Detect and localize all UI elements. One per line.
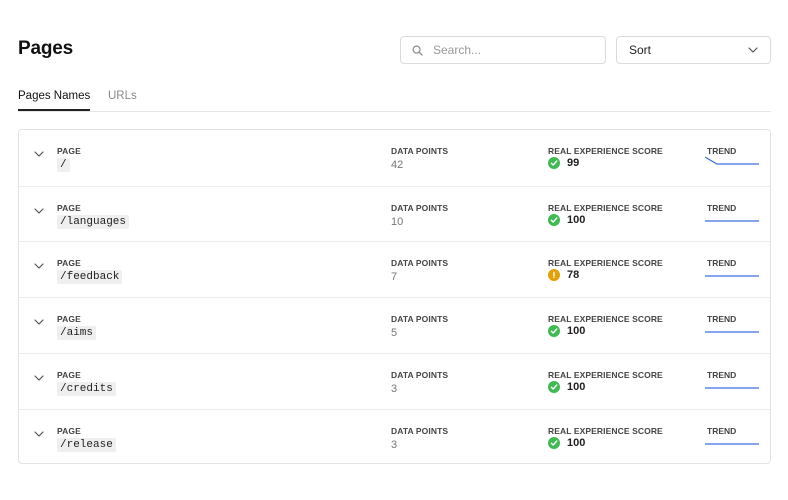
trend-column-label: TREND <box>707 146 737 156</box>
data-points-column-label: DATA POINTS <box>391 202 449 213</box>
table-row[interactable]: PAGE /feedback DATA POINTS 7 REAL EXPERI… <box>19 241 770 297</box>
status-badge <box>548 213 560 226</box>
score-column-label: REAL EXPERIENCE SCORE <box>548 146 663 156</box>
score-value: 100 <box>548 380 586 393</box>
trend-column-label: TREND <box>707 314 737 325</box>
data-points-value: 3 <box>391 438 398 451</box>
score-value: 100 <box>548 325 586 338</box>
check-icon <box>550 216 558 223</box>
status-badge <box>548 325 560 338</box>
page-column-label: PAGE <box>57 202 81 213</box>
page-path: /feedback <box>57 270 123 285</box>
trend-column-label: TREND <box>707 425 737 436</box>
score-column-label: REAL EXPERIENCE SCORE <box>548 202 663 213</box>
check-icon <box>550 328 558 334</box>
page-path: / <box>57 158 70 172</box>
trend-line <box>705 156 759 165</box>
page-column-label: PAGE <box>57 369 81 380</box>
table-row[interactable]: PAGE / DATA POINTS 42 REAL EXPERIENCE SC… <box>19 130 770 185</box>
expand-chevron-icon[interactable] <box>34 151 44 157</box>
table-row[interactable]: PAGE /credits DATA POINTS 3 REAL EXPERIE… <box>19 352 770 409</box>
page-path: /release <box>57 437 116 452</box>
score-number: 99 <box>567 157 580 169</box>
expand-chevron-icon[interactable] <box>34 208 44 214</box>
data-points-value: 3 <box>391 382 398 395</box>
score-number: 100 <box>567 213 586 226</box>
data-points-column-label: DATA POINTS <box>391 258 449 269</box>
expand-chevron-icon[interactable] <box>34 430 44 437</box>
score-number: 100 <box>567 436 586 449</box>
score-number: 78 <box>567 269 580 282</box>
expand-chevron-icon[interactable] <box>34 263 44 269</box>
sort-label: Sort <box>629 43 652 57</box>
table-row[interactable]: PAGE /aims DATA POINTS 5 REAL EXPERIENCE… <box>19 297 770 353</box>
data-points-value: 10 <box>391 215 404 228</box>
page-column-label: PAGE <box>57 146 81 156</box>
warning-icon <box>553 272 555 279</box>
tab-page-names[interactable]: Pages Names <box>18 90 91 111</box>
score-column-label: REAL EXPERIENCE SCORE <box>548 314 663 325</box>
data-points-column-label: DATA POINTS <box>391 146 449 156</box>
table-row[interactable]: PAGE /languages DATA POINTS 10 REAL EXPE… <box>19 185 770 242</box>
pages-table: PAGE / DATA POINTS 42 REAL EXPERIENCE SC… <box>18 129 771 464</box>
score-value: 100 <box>548 213 586 226</box>
page-path: /aims <box>57 326 97 341</box>
data-points-value: 5 <box>391 327 398 340</box>
trend-column-label: TREND <box>707 258 737 269</box>
search-box[interactable] <box>400 36 606 64</box>
page-column-label: PAGE <box>57 258 81 269</box>
trend-sparkline <box>705 442 759 445</box>
search-icon <box>412 45 423 56</box>
data-points-column-label: DATA POINTS <box>391 425 449 436</box>
status-badge <box>548 380 560 393</box>
score-value: 100 <box>548 436 586 449</box>
trend-column-label: TREND <box>707 202 737 213</box>
page-column-label: PAGE <box>57 314 81 325</box>
data-points-column-label: DATA POINTS <box>391 369 449 380</box>
score-column-label: REAL EXPERIENCE SCORE <box>548 258 663 269</box>
search-input[interactable] <box>431 42 585 58</box>
sort-dropdown[interactable]: Sort <box>616 36 771 64</box>
trend-sparkline <box>705 156 759 165</box>
table-row[interactable]: PAGE /release DATA POINTS 3 REAL EXPERIE… <box>19 408 770 465</box>
trend-column-label: TREND <box>707 369 737 380</box>
trend-sparkline <box>705 331 759 333</box>
status-badge <box>548 436 560 449</box>
check-icon <box>550 160 558 166</box>
trend-sparkline <box>705 220 759 222</box>
check-icon <box>550 384 558 390</box>
expand-chevron-icon[interactable] <box>34 319 44 325</box>
status-badge <box>548 157 560 169</box>
score-column-label: REAL EXPERIENCE SCORE <box>548 425 663 436</box>
score-number: 100 <box>567 325 586 338</box>
status-badge <box>548 269 560 282</box>
page-column-label: PAGE <box>57 425 81 436</box>
tab-bar: Pages Names URLs <box>18 90 771 112</box>
score-column-label: REAL EXPERIENCE SCORE <box>548 369 663 380</box>
chevron-down-icon <box>748 47 758 53</box>
page-path: /credits <box>57 381 116 396</box>
tab-urls[interactable]: URLs <box>108 90 137 110</box>
page-title: Pages <box>18 38 73 59</box>
expand-chevron-icon[interactable] <box>34 375 44 381</box>
data-points-value: 7 <box>391 271 398 284</box>
page-path: /languages <box>57 214 130 229</box>
trend-sparkline <box>705 275 759 278</box>
score-value: 99 <box>548 157 579 169</box>
data-points-value: 42 <box>391 159 404 171</box>
check-icon <box>550 439 558 446</box>
trend-sparkline <box>705 387 759 389</box>
score-number: 100 <box>567 380 586 393</box>
score-value: 78 <box>548 269 580 282</box>
data-points-column-label: DATA POINTS <box>391 314 449 325</box>
